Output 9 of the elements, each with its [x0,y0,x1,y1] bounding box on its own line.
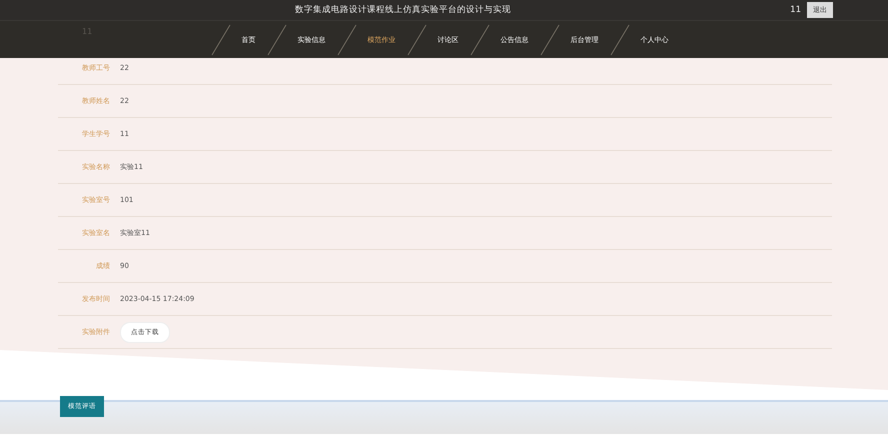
slash-divider [406,22,428,56]
slash-divider [538,22,560,56]
slash-divider [468,22,490,56]
site-title: 数字集成电路设计课程线上仿真实验平台的设计与实现 [295,4,511,16]
slash-divider [608,22,630,56]
username: 11 [790,5,801,15]
slash-divider [266,22,288,56]
slash-divider [210,22,232,56]
slash-divider [336,22,358,56]
